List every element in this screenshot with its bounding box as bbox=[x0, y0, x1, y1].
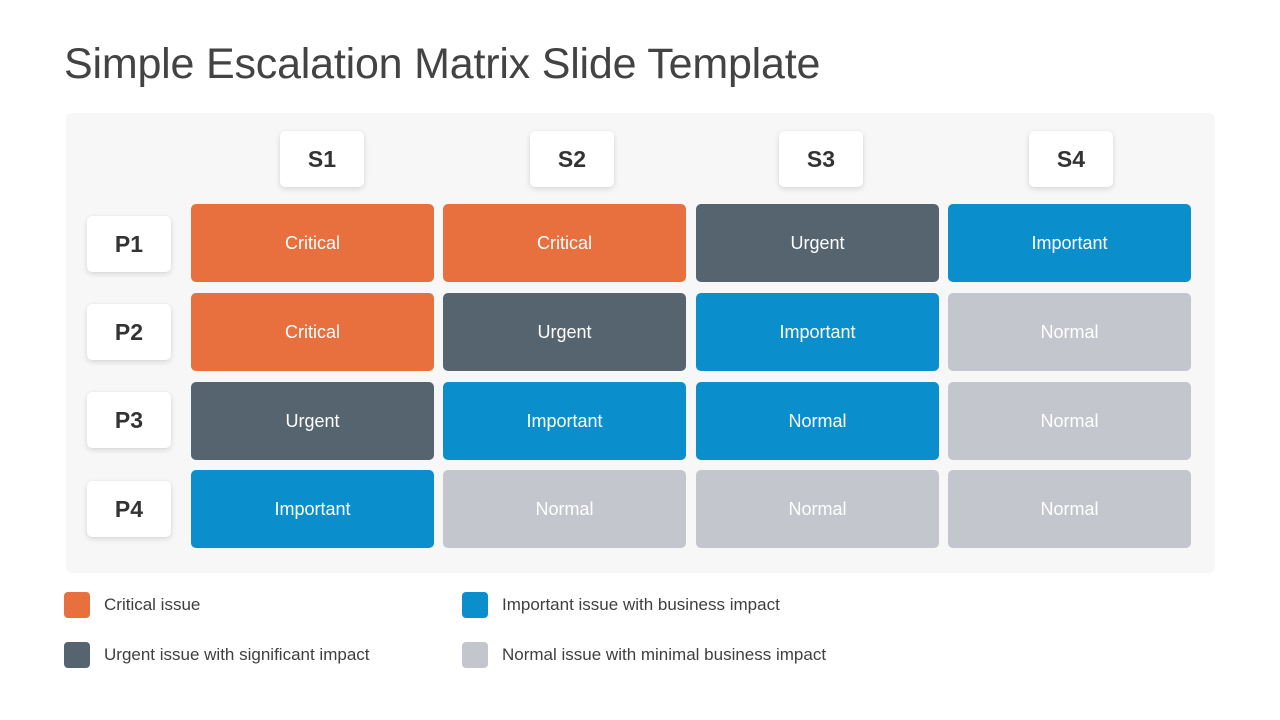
row-label-p2[interactable]: P2 bbox=[87, 304, 171, 360]
legend-swatch-important bbox=[462, 592, 488, 618]
matrix-cell-label: Critical bbox=[536, 232, 592, 253]
column-header-label: S3 bbox=[806, 145, 836, 172]
matrix-cell-p1-s4[interactable]: Important bbox=[948, 204, 1191, 282]
matrix-cell-label: Normal bbox=[1040, 498, 1099, 519]
matrix-cell-p4-s3[interactable]: Normal bbox=[696, 470, 939, 548]
matrix-cell-p2-s1[interactable]: Critical bbox=[191, 293, 434, 371]
column-header-s1[interactable]: S1 bbox=[280, 131, 364, 187]
legend-item-critical: Critical issue bbox=[64, 592, 200, 618]
legend-label: Normal issue with minimal business impac… bbox=[502, 645, 827, 664]
matrix-cell-p1-s3[interactable]: Urgent bbox=[696, 204, 939, 282]
matrix-cell-label: Urgent bbox=[790, 232, 845, 253]
escalation-matrix-slide: Simple Escalation Matrix Slide Template … bbox=[0, 0, 1280, 720]
matrix-cell-p2-s4[interactable]: Normal bbox=[948, 293, 1191, 371]
matrix-cell-label: Normal bbox=[1040, 410, 1099, 431]
row-label-text: P1 bbox=[114, 230, 144, 257]
column-header-label: S4 bbox=[1056, 145, 1086, 172]
page-title: Simple Escalation Matrix Slide Template bbox=[64, 40, 821, 88]
matrix-cell-p1-s1[interactable]: Critical bbox=[191, 204, 434, 282]
matrix-cell-p3-s1[interactable]: Urgent bbox=[191, 382, 434, 460]
row-label-text: P2 bbox=[114, 318, 144, 345]
legend-swatch-critical bbox=[64, 592, 90, 618]
matrix-cell-label: Important bbox=[274, 498, 351, 519]
matrix-cell-p4-s1[interactable]: Important bbox=[191, 470, 434, 548]
matrix-cell-label: Normal bbox=[535, 498, 594, 519]
matrix-cell-label: Normal bbox=[1040, 321, 1099, 342]
matrix-cell-label: Critical bbox=[284, 321, 340, 342]
matrix-cell-p3-s4[interactable]: Normal bbox=[948, 382, 1191, 460]
matrix-cell-label: Normal bbox=[788, 498, 847, 519]
legend-swatch-normal bbox=[462, 642, 488, 668]
matrix-cell-p4-s2[interactable]: Normal bbox=[443, 470, 686, 548]
row-label-p1[interactable]: P1 bbox=[87, 216, 171, 272]
matrix-cell-label: Important bbox=[526, 410, 603, 431]
column-header-label: S2 bbox=[557, 145, 587, 172]
row-label-p3[interactable]: P3 bbox=[87, 392, 171, 448]
matrix-cell-p1-s2[interactable]: Critical bbox=[443, 204, 686, 282]
column-header-s2[interactable]: S2 bbox=[530, 131, 614, 187]
matrix-cell-label: Urgent bbox=[285, 410, 340, 431]
column-header-label: S1 bbox=[307, 145, 337, 172]
matrix-cell-p3-s3[interactable]: Normal bbox=[696, 382, 939, 460]
matrix-cell-label: Important bbox=[779, 321, 856, 342]
legend-label: Urgent issue with significant impact bbox=[104, 645, 370, 664]
matrix-cell-p2-s3[interactable]: Important bbox=[696, 293, 939, 371]
column-header-s3[interactable]: S3 bbox=[779, 131, 863, 187]
matrix-cell-p3-s2[interactable]: Important bbox=[443, 382, 686, 460]
legend-label: Critical issue bbox=[104, 595, 201, 614]
legend-item-normal: Normal issue with minimal business impac… bbox=[462, 642, 826, 668]
matrix-cell-label: Important bbox=[1031, 232, 1108, 253]
matrix-cell-p2-s2[interactable]: Urgent bbox=[443, 293, 686, 371]
row-label-text: P3 bbox=[114, 406, 144, 433]
legend-item-urgent: Urgent issue with significant impact bbox=[64, 642, 370, 668]
legend-item-important: Important issue with business impact bbox=[462, 592, 780, 618]
row-label-p4[interactable]: P4 bbox=[87, 481, 171, 537]
matrix-cell-p4-s4[interactable]: Normal bbox=[948, 470, 1191, 548]
row-label-text: P4 bbox=[114, 495, 144, 522]
column-header-s4[interactable]: S4 bbox=[1029, 131, 1113, 187]
matrix-cell-label: Critical bbox=[284, 232, 340, 253]
legend-label: Important issue with business impact bbox=[502, 595, 780, 614]
legend-swatch-urgent bbox=[64, 642, 90, 668]
matrix-cell-label: Urgent bbox=[537, 321, 592, 342]
matrix-cell-label: Normal bbox=[788, 410, 847, 431]
